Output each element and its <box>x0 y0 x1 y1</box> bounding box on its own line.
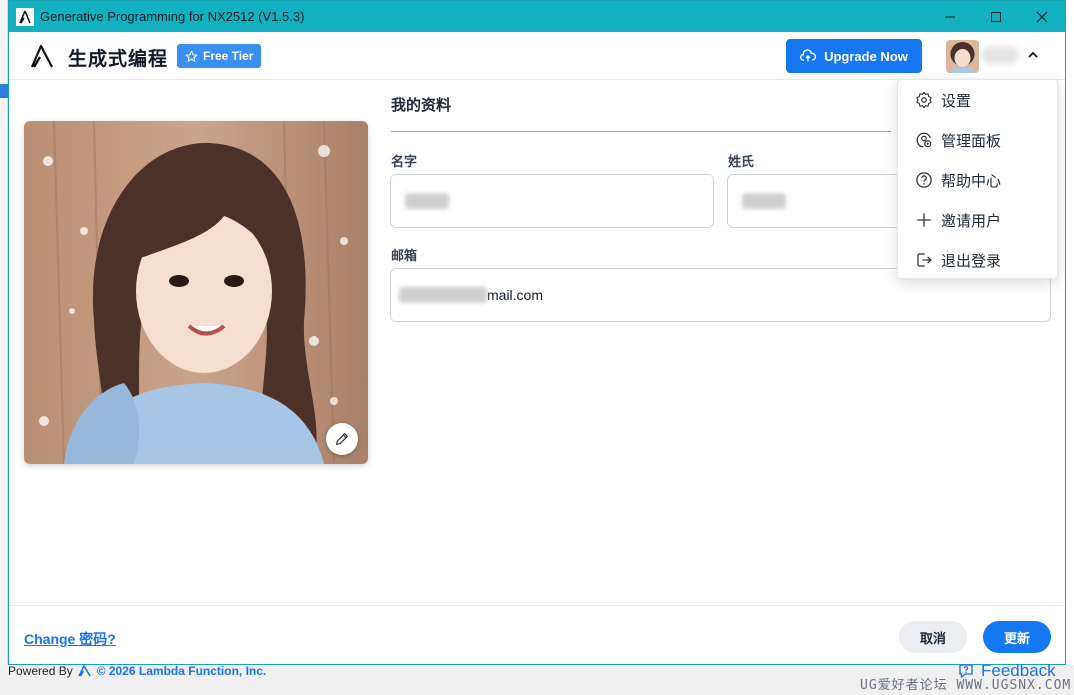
background-app-strip <box>0 0 8 695</box>
logout-icon <box>917 253 932 267</box>
plus-icon <box>917 213 931 227</box>
avatar[interactable] <box>946 40 979 73</box>
change-password-link[interactable]: Change 密码? <box>24 629 116 649</box>
app-window: Generative Programming for NX2512 (V1.5.… <box>8 0 1066 665</box>
window-title: Generative Programming for NX2512 (V1.5.… <box>40 9 305 24</box>
gear-icon <box>916 91 932 109</box>
menu-item-invite-user[interactable]: 邀请用户 <box>898 200 1057 240</box>
menu-item-label: 邀请用户 <box>941 212 1002 230</box>
cancel-button[interactable]: 取消 <box>899 621 967 653</box>
menu-item-help-center[interactable]: 帮助中心 <box>898 160 1057 200</box>
company-logo-icon <box>78 665 91 677</box>
background-app-marker <box>0 84 8 98</box>
tier-badge-label: Free Tier <box>203 49 254 63</box>
profile-photo <box>24 121 368 464</box>
last-name-label: 姓氏 <box>728 154 755 169</box>
powered-by-label: Powered By <box>8 664 73 678</box>
brand-name: 生成式编程 <box>68 49 169 70</box>
app-header: 生成式编程 Free Tier Upgrade Now <box>9 32 1065 80</box>
email-label: 邮箱 <box>391 248 418 263</box>
user-name-redacted <box>981 46 1019 64</box>
menu-item-settings[interactable]: 设置 <box>898 80 1057 120</box>
upgrade-button-label: Upgrade Now <box>824 48 908 64</box>
menu-item-logout[interactable]: 退出登录 <box>898 240 1057 280</box>
menu-item-admin-panel[interactable]: 管理面板 <box>898 120 1057 160</box>
app-logo-icon <box>16 7 34 26</box>
user-menu: 设置 管理面板 帮助中心 邀请用户 退出登录 <box>897 79 1058 279</box>
last-name-redacted <box>742 193 786 209</box>
footer-divider <box>9 605 1065 606</box>
menu-item-label: 设置 <box>941 92 972 110</box>
menu-item-label: 退出登录 <box>941 252 1002 270</box>
email-redacted <box>399 287 487 303</box>
section-divider <box>391 131 891 132</box>
window-controls <box>927 1 1065 32</box>
minimize-icon[interactable] <box>927 1 973 32</box>
powered-by: Powered By © 2026 Lambda Function, Inc. <box>8 664 266 678</box>
help-icon <box>916 172 932 188</box>
email-value-suffix: mail.com <box>487 287 544 303</box>
star-icon <box>185 50 198 62</box>
chevron-up-icon[interactable] <box>1026 48 1040 62</box>
copyright[interactable]: © 2026 Lambda Function, Inc. <box>97 664 267 678</box>
first-name-label: 名字 <box>391 154 418 169</box>
maximize-icon[interactable] <box>973 1 1019 32</box>
menu-item-label: 帮助中心 <box>941 172 1002 190</box>
title-bar: Generative Programming for NX2512 (V1.5.… <box>9 1 1065 32</box>
close-icon[interactable] <box>1019 1 1065 32</box>
brand-logo-icon <box>30 44 53 68</box>
update-button[interactable]: 更新 <box>983 621 1051 653</box>
pencil-icon <box>336 433 348 445</box>
menu-item-label: 管理面板 <box>941 132 1002 150</box>
edit-photo-button[interactable] <box>326 423 358 455</box>
watermark: UG爱好者论坛 WWW.UGSNX.COM <box>860 678 1072 693</box>
section-title: 我的资料 <box>391 97 452 114</box>
first-name-field[interactable] <box>390 174 714 228</box>
cloud-upload-icon <box>800 49 817 62</box>
admin-panel-icon <box>916 132 932 148</box>
first-name-redacted <box>405 193 449 209</box>
upgrade-button[interactable]: Upgrade Now <box>786 39 922 73</box>
tier-badge: Free Tier <box>177 44 262 68</box>
